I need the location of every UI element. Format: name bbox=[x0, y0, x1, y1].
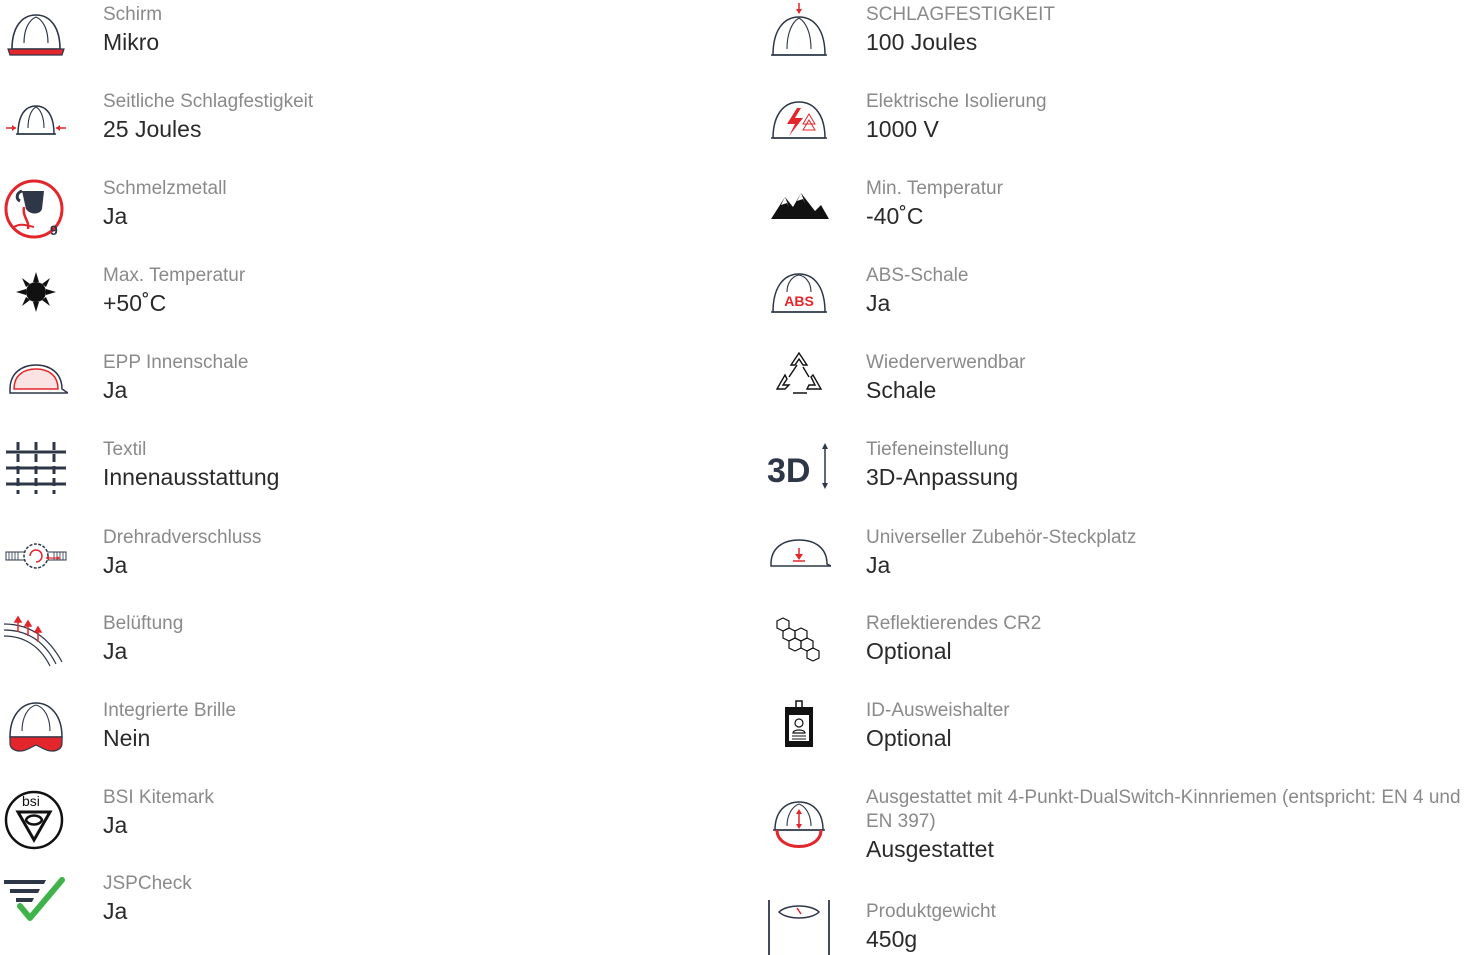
integrated-goggles-icon bbox=[4, 699, 68, 763]
feature-label: Produktgewicht bbox=[866, 901, 996, 922]
electrical-insulation-icon bbox=[767, 90, 831, 154]
feature-value: 100 Joules bbox=[866, 29, 978, 55]
feature-label: Min. Temperatur bbox=[866, 178, 1003, 199]
feature-label: Drehradverschluss bbox=[103, 527, 262, 548]
feature-label: ABS-Schale bbox=[866, 265, 969, 286]
reflective-honeycomb-icon bbox=[767, 612, 831, 676]
feature-value: Mikro bbox=[103, 29, 160, 55]
feature-label: Reflektierendes CR2 bbox=[866, 613, 1042, 634]
textile-grid-icon bbox=[4, 438, 68, 502]
feature-label: ID-Ausweishalter bbox=[866, 700, 1010, 721]
feature-value: Nein bbox=[103, 725, 151, 751]
feature-label: Schmelzmetall bbox=[103, 178, 227, 199]
recycle-icon bbox=[767, 351, 831, 415]
accessory-slot-icon bbox=[767, 526, 831, 590]
helmet-visor-icon bbox=[4, 3, 68, 67]
epp-liner-icon bbox=[4, 351, 68, 415]
sun-icon bbox=[4, 264, 68, 328]
feature-label: Max. Temperatur bbox=[103, 265, 246, 286]
wheel-ratchet-icon bbox=[4, 526, 68, 590]
feature-label: Schirm bbox=[103, 4, 163, 25]
feature-value: -40˚C bbox=[866, 203, 924, 229]
feature-value: Ja bbox=[866, 552, 891, 578]
feature-value: Ja bbox=[103, 377, 128, 403]
id-badge-icon bbox=[767, 699, 831, 763]
feature-label: Integrierte Brille bbox=[103, 700, 237, 721]
svg-text:3D: 3D bbox=[767, 452, 810, 490]
feature-value: Ja bbox=[103, 898, 128, 924]
feature-value: Ja bbox=[866, 290, 891, 316]
feature-value: Ja bbox=[103, 203, 128, 229]
feature-value: 1000 V bbox=[866, 116, 939, 142]
molten-metal-icon: 9 bbox=[4, 177, 68, 241]
jspcheck-icon bbox=[4, 872, 68, 936]
feature-value: 25 Joules bbox=[103, 116, 202, 142]
svg-text:9: 9 bbox=[50, 222, 58, 238]
feature-label: JSPCheck bbox=[103, 873, 192, 894]
feature-value: 3D-Anpassung bbox=[866, 464, 1019, 490]
mountains-icon bbox=[767, 177, 831, 241]
feature-value: Schale bbox=[866, 377, 937, 403]
feature-value: Ja bbox=[103, 552, 128, 578]
3d-adjust-icon: 3D bbox=[767, 438, 831, 502]
feature-value: Optional bbox=[866, 725, 952, 751]
abs-shell-icon: ABS bbox=[767, 264, 831, 328]
feature-label: Elektrische Isolierung bbox=[866, 91, 1047, 112]
feature-label: Seitliche Schlagfestigkeit bbox=[103, 91, 314, 112]
feature-value: Ja bbox=[103, 638, 128, 664]
feature-page: Schirm Mikro Seitliche Schlagfestigkeit … bbox=[0, 0, 1473, 955]
svg-text:ABS: ABS bbox=[784, 293, 814, 309]
feature-value: +50˚C bbox=[103, 290, 167, 316]
feature-value: Ausgestattet bbox=[866, 836, 994, 862]
bsi-kitemark-icon: bsi bbox=[4, 786, 68, 850]
feature-label: Textil bbox=[103, 439, 147, 460]
feature-label: Ausgestattet mit 4-Punkt-DualSwitch-Kinn… bbox=[866, 787, 1461, 832]
feature-label: Tiefeneinstellung bbox=[866, 439, 1009, 460]
weight-scale-icon bbox=[767, 900, 831, 955]
feature-value: 450g bbox=[866, 926, 918, 952]
feature-value: Ja bbox=[103, 812, 128, 838]
feature-label: SCHLAGFESTIGKEIT bbox=[866, 4, 1055, 25]
feature-label: Universeller Zubehör-Steckplatz bbox=[866, 527, 1137, 548]
feature-value: Innenausstattung bbox=[103, 464, 280, 490]
feature-label: EPP Innenschale bbox=[103, 352, 249, 373]
top-impact-icon bbox=[767, 3, 831, 67]
feature-label: BSI Kitemark bbox=[103, 787, 214, 808]
chinstrap-icon bbox=[767, 798, 831, 862]
feature-label: Wiederverwendbar bbox=[866, 352, 1026, 373]
ventilation-icon bbox=[4, 612, 68, 676]
feature-value: Optional bbox=[866, 638, 952, 664]
svg-text:bsi: bsi bbox=[22, 793, 40, 809]
side-impact-icon bbox=[4, 90, 68, 154]
feature-label: Belüftung bbox=[103, 613, 184, 634]
